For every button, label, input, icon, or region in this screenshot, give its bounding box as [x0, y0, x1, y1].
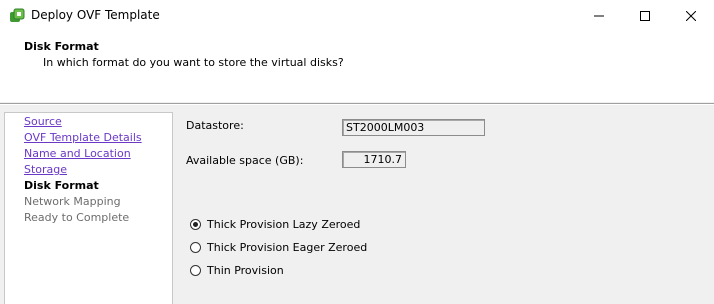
maximize-button[interactable] — [622, 0, 668, 31]
maximize-icon — [640, 10, 650, 21]
minimize-icon — [594, 15, 604, 16]
radio-button-selected[interactable] — [190, 219, 201, 230]
datastore-field: ST2000LM003 — [342, 119, 485, 136]
radio-label: Thick Provision Eager Zeroed — [207, 241, 368, 254]
window-title: Deploy OVF Template — [31, 8, 160, 22]
close-button[interactable] — [668, 0, 714, 31]
radio-thick-eager-zeroed[interactable]: Thick Provision Eager Zeroed — [190, 241, 367, 254]
radio-thin-provision[interactable]: Thin Provision — [190, 264, 284, 277]
title-bar: Deploy OVF Template — [0, 0, 714, 32]
vsphere-app-icon — [10, 8, 25, 22]
radio-button[interactable] — [190, 242, 201, 253]
step-source[interactable]: Source — [24, 115, 62, 128]
radio-button[interactable] — [190, 265, 201, 276]
step-name-and-location[interactable]: Name and Location — [24, 147, 131, 160]
page-title: Disk Format — [24, 40, 99, 53]
page-subtitle: In which format do you want to store the… — [43, 56, 344, 69]
available-space-label: Available space (GB): — [186, 154, 304, 167]
radio-label: Thin Provision — [207, 264, 284, 277]
minimize-button[interactable] — [576, 0, 622, 31]
step-ovf-template-details[interactable]: OVF Template Details — [24, 131, 142, 144]
step-network-mapping: Network Mapping — [24, 195, 121, 208]
radio-thick-lazy-zeroed[interactable]: Thick Provision Lazy Zeroed — [190, 218, 360, 231]
datastore-label: Datastore: — [186, 119, 244, 132]
available-space-field: 1710.7 — [342, 151, 406, 168]
step-disk-format: Disk Format — [24, 179, 99, 192]
radio-label: Thick Provision Lazy Zeroed — [207, 218, 361, 231]
step-storage[interactable]: Storage — [24, 163, 67, 176]
step-ready-to-complete: Ready to Complete — [24, 211, 130, 224]
wizard-steps-panel: Source OVF Template Details Name and Loc… — [4, 112, 173, 304]
header-divider-highlight — [0, 104, 714, 105]
wizard-header: Disk Format In which format do you want … — [0, 31, 714, 102]
close-icon — [686, 10, 696, 21]
